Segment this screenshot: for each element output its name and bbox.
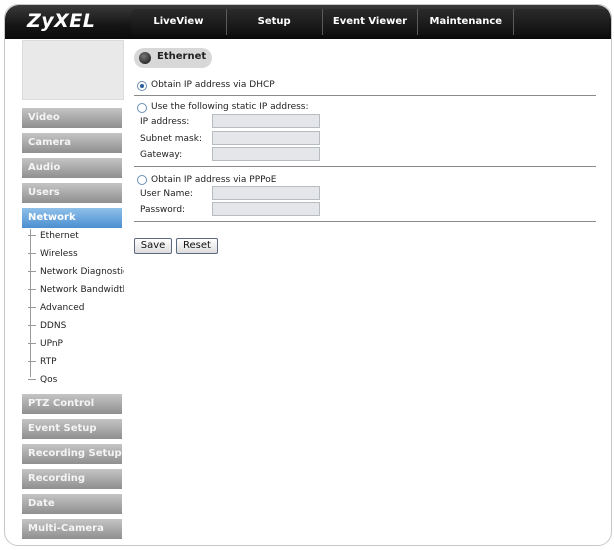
- sidebar-subitem-qos[interactable]: Qos: [28, 372, 124, 388]
- sidebar-item-event-setup[interactable]: Event Setup: [22, 419, 122, 439]
- save-button[interactable]: Save: [134, 238, 172, 254]
- password-label: Password:: [140, 205, 186, 215]
- sidebar-subitem-upnp[interactable]: UPnP: [28, 336, 124, 352]
- nav-liveview[interactable]: LiveView: [131, 9, 227, 35]
- sidebar-subitem-wireless[interactable]: Wireless: [28, 246, 124, 262]
- main-nav: LiveView Setup Event Viewer Maintenance: [131, 9, 609, 35]
- nav-setup[interactable]: Setup: [227, 9, 323, 35]
- sidebar-item-users[interactable]: Users: [22, 183, 122, 203]
- pppoe-label: Obtain IP address via PPPoE: [151, 175, 277, 185]
- sidebar-subitem-network-bandwidth[interactable]: Network Bandwidth: [28, 282, 124, 298]
- dhcp-label: Obtain IP address via DHCP: [151, 80, 275, 90]
- sidebar-item-video[interactable]: Video: [22, 108, 122, 128]
- sidebar-item-date[interactable]: Date: [22, 494, 122, 514]
- sidebar-logo-area: [22, 40, 124, 100]
- divider: [134, 95, 596, 96]
- divider: [134, 221, 596, 222]
- nav-event-viewer[interactable]: Event Viewer: [323, 9, 419, 35]
- sidebar-subitem-label: Wireless: [40, 249, 78, 259]
- sidebar-item-ptz-control[interactable]: PTZ Control: [22, 394, 122, 414]
- ip-address-label: IP address:: [140, 117, 190, 127]
- sidebar-item-network[interactable]: Network: [22, 208, 122, 228]
- sidebar-subitem-label: Advanced: [40, 303, 85, 313]
- reset-button[interactable]: Reset: [176, 238, 218, 254]
- sidebar-subitem-label: Ethernet: [40, 231, 79, 241]
- static-ip-radio[interactable]: [137, 103, 147, 113]
- sidebar-subitem-ddns[interactable]: DDNS: [28, 318, 124, 334]
- subnet-mask-field[interactable]: [212, 131, 320, 145]
- nav-empty-slot: [514, 9, 609, 35]
- sidebar-subitem-network-diagnostic[interactable]: Network Diagnostic: [28, 264, 124, 280]
- sidebar-item-recording-setup[interactable]: Recording Setup: [22, 444, 122, 464]
- pppoe-radio[interactable]: [137, 175, 147, 185]
- sidebar-subitem-ethernet[interactable]: Ethernet: [28, 228, 124, 244]
- sidebar-item-recording-history[interactable]: Recording History: [22, 469, 122, 504]
- zyxel-logo: ZyXEL: [27, 10, 96, 32]
- divider: [134, 166, 596, 167]
- sidebar-subitem-label: Qos: [40, 375, 58, 385]
- nav-maintenance[interactable]: Maintenance: [418, 9, 515, 35]
- sidebar-item-camera[interactable]: Camera: [22, 133, 122, 153]
- password-field[interactable]: [212, 202, 320, 216]
- sidebar-subitem-label: Network Diagnostic: [40, 267, 124, 277]
- dhcp-radio[interactable]: [137, 81, 147, 91]
- ethernet-ball-icon: [139, 52, 151, 64]
- gateway-label: Gateway:: [140, 150, 183, 160]
- sidebar-subitem-rtp[interactable]: RTP: [28, 354, 124, 370]
- sidebar-subitem-label: Network Bandwidth: [40, 285, 124, 295]
- sidebar-item-audio[interactable]: Audio: [22, 158, 122, 178]
- ip-address-field[interactable]: [212, 114, 320, 128]
- sidebar-subitem-label: UPnP: [40, 339, 63, 349]
- sidebar-subitem-label: RTP: [40, 357, 57, 367]
- sidebar-subitem-label: DDNS: [40, 321, 67, 331]
- gateway-field[interactable]: [212, 147, 320, 161]
- page-title: Ethernet: [157, 51, 207, 62]
- static-ip-label: Use the following static IP address:: [151, 102, 309, 112]
- sidebar-subitem-advanced[interactable]: Advanced: [28, 300, 124, 316]
- user-name-field[interactable]: [212, 186, 320, 200]
- sidebar-item-multi-camera[interactable]: Multi-Camera: [22, 519, 122, 539]
- top-bar: ZyXEL LiveView Setup Event Viewer Mainte…: [5, 5, 611, 39]
- subnet-mask-label: Subnet mask:: [140, 134, 202, 144]
- user-name-label: User Name:: [140, 189, 193, 199]
